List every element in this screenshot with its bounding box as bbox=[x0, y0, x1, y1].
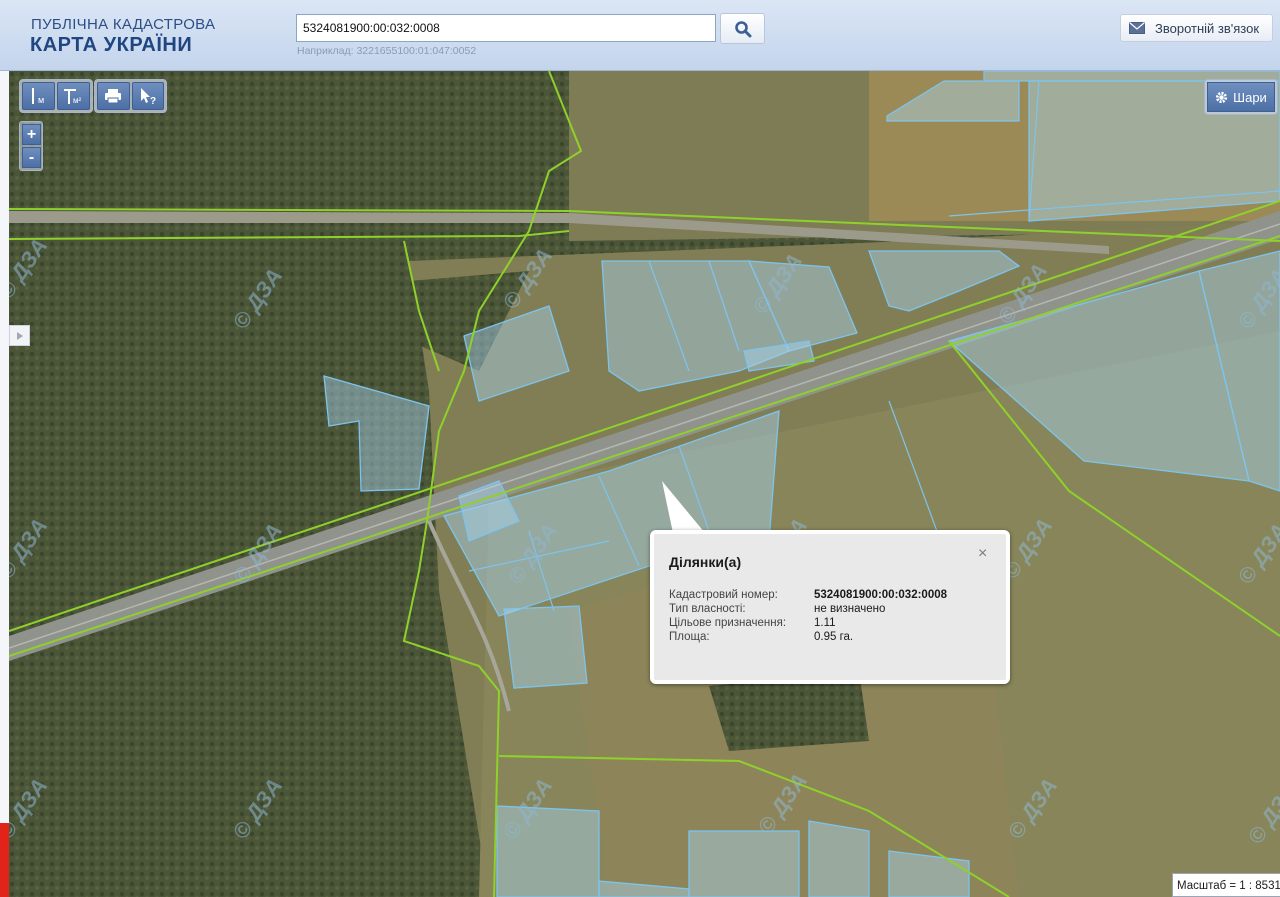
print-button[interactable] bbox=[97, 82, 130, 110]
popup-label: Тип власності: bbox=[669, 603, 746, 615]
print-identify-group: ? bbox=[94, 79, 167, 113]
measure-distance-button[interactable]: м bbox=[22, 82, 55, 110]
parcel[interactable] bbox=[808, 820, 870, 897]
popup-label: Цільове призначення: bbox=[669, 617, 787, 629]
feedback-label: Зворотній зв'язок bbox=[1155, 20, 1260, 36]
triangle-right-icon bbox=[16, 331, 23, 340]
popup-value: не визначено bbox=[814, 603, 886, 615]
parcel[interactable] bbox=[688, 830, 800, 897]
popup-value[interactable]: 5324081900:00:032:0008 bbox=[814, 589, 1004, 601]
popup-title: Ділянки(а) bbox=[669, 554, 742, 570]
svg-text:?: ? bbox=[150, 96, 156, 105]
popup-value: 1.11 bbox=[814, 617, 836, 629]
gear-icon bbox=[1216, 91, 1228, 103]
satellite-map[interactable]: © ДЗА © ДЗА © ДЗА © ДЗА © ДЗА © ДЗА © ДЗ… bbox=[9, 71, 1280, 897]
popup-value: 0.95 га. bbox=[814, 631, 854, 643]
logo-line-1[interactable]: ПУБЛІЧНА КАДАСТРОВА bbox=[31, 16, 215, 33]
feedback-button[interactable]: Зворотній зв'язок bbox=[1120, 14, 1273, 42]
svg-text:м: м bbox=[38, 95, 44, 105]
map-viewport[interactable]: © ДЗА © ДЗА © ДЗА © ДЗА © ДЗА © ДЗА © ДЗ… bbox=[9, 71, 1280, 897]
printer-icon bbox=[105, 89, 122, 104]
svg-text:м²: м² bbox=[73, 96, 82, 105]
cadastral-search-input[interactable] bbox=[296, 14, 716, 42]
envelope-icon bbox=[1129, 22, 1145, 34]
app-header: ПУБЛІЧНА КАДАСТРОВА КАРТА УКРАЇНИ Наприк… bbox=[0, 0, 1280, 71]
ruler-line-icon: м bbox=[31, 88, 44, 105]
layers-button[interactable]: Шари bbox=[1204, 79, 1278, 115]
search-example-hint: Наприклад: 3221655100:01:047:0052 bbox=[297, 45, 477, 57]
popup-label: Площа: bbox=[669, 631, 710, 643]
zoom-in-button[interactable]: + bbox=[22, 124, 41, 145]
map-scale-label: Масштаб = 1 : 8531 bbox=[1172, 873, 1280, 897]
layers-button-face[interactable]: Шари bbox=[1207, 82, 1275, 112]
magnifier-icon bbox=[734, 20, 751, 37]
left-red-marker bbox=[0, 823, 9, 897]
pointer-question-icon: ? bbox=[140, 88, 156, 105]
ruler-area-icon: м² bbox=[63, 89, 82, 105]
measure-area-button[interactable]: м² bbox=[57, 82, 90, 110]
popup-close-button[interactable]: × bbox=[978, 546, 987, 562]
side-panel-toggle[interactable] bbox=[9, 325, 30, 346]
search-button[interactable] bbox=[720, 13, 765, 44]
zoom-control: + - bbox=[19, 121, 43, 171]
zoom-out-button[interactable]: - bbox=[22, 147, 41, 168]
measure-tool-group: м м² bbox=[19, 79, 93, 113]
identify-button[interactable]: ? bbox=[131, 82, 164, 110]
popup-label: Кадастровий номер: bbox=[669, 589, 778, 601]
popup-pointer bbox=[662, 481, 705, 533]
layers-label: Шари bbox=[1233, 89, 1267, 105]
logo-line-2[interactable]: КАРТА УКРАЇНИ bbox=[30, 34, 192, 57]
parcel[interactable] bbox=[503, 605, 588, 689]
parcel-info-popup: Ділянки(а) × Кадастровий номер: 53240819… bbox=[650, 530, 1010, 684]
